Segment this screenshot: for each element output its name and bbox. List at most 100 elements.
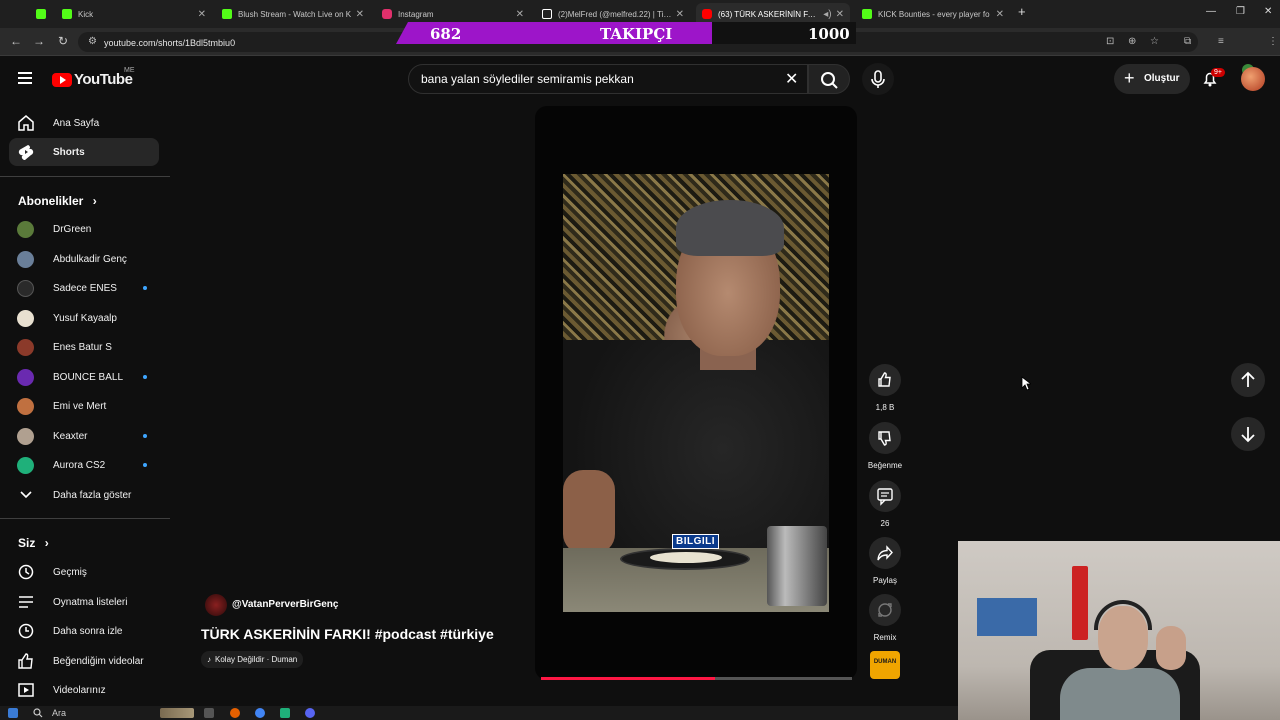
close-icon[interactable]: ✕: [676, 9, 684, 20]
widgets-thumbnail[interactable]: [160, 708, 194, 718]
taskbar-search[interactable]: Ara: [52, 708, 66, 718]
channel-avatar: [17, 457, 34, 474]
channel-avatar[interactable]: [205, 594, 227, 616]
sidebar-item-liked-videos[interactable]: Beğendiğim videolar: [9, 647, 159, 675]
close-icon[interactable]: ✕: [356, 9, 364, 20]
close-icon[interactable]: ✕: [198, 9, 206, 20]
tab-title: (63) TÜRK ASKERİNİN FARK: [718, 9, 820, 19]
video-person-arm: [563, 470, 615, 554]
show-more-button[interactable]: Daha fazla göster: [9, 481, 159, 509]
sidebar-subscription[interactable]: Enes Batur S: [9, 333, 159, 361]
share-icon: [877, 545, 893, 561]
minimize-icon[interactable]: —: [1206, 6, 1216, 17]
clock-icon: [18, 623, 34, 639]
sidebar-item-history[interactable]: Geçmiş: [9, 558, 159, 586]
chevron-right-icon: ›: [92, 194, 97, 208]
thumbs-up-icon: [18, 653, 33, 669]
previous-short-button[interactable]: [1231, 363, 1265, 397]
more-menu-icon[interactable]: ⋮: [1268, 36, 1278, 47]
browser-tab[interactable]: [30, 3, 52, 25]
sidebar-subscription[interactable]: BOUNCE BALL: [9, 363, 159, 391]
clear-search-icon[interactable]: ✕: [785, 69, 798, 89]
app-icon[interactable]: [280, 708, 290, 718]
short-title[interactable]: TÜRK ASKERİNİN FARKI! #podcast #türkiye: [201, 626, 494, 642]
extensions-icon[interactable]: ⧉: [1184, 36, 1191, 47]
site-info-icon[interactable]: ⚙: [88, 36, 97, 47]
task-view-icon[interactable]: [204, 708, 214, 718]
search-query[interactable]: bana yalan söylediler semiramis pekkan: [421, 72, 634, 86]
hamburger-menu-icon[interactable]: [18, 72, 32, 84]
sidebar-subscription[interactable]: Sadece ENES: [9, 274, 159, 302]
zoom-icon[interactable]: ⊕: [1128, 36, 1136, 47]
sidebar-item-label: Sadece ENES: [53, 282, 117, 294]
firefox-icon[interactable]: [230, 708, 240, 718]
you-heading[interactable]: Siz ›: [18, 536, 49, 550]
video-icon: [18, 683, 34, 697]
sidebar-subscription[interactable]: Yusuf Kayaalp: [9, 304, 159, 332]
sidebar-item-label: Beğendiğim videolar: [53, 655, 144, 667]
back-icon[interactable]: ←: [10, 34, 22, 48]
sidebar-item-playlists[interactable]: Oynatma listeleri: [9, 588, 159, 616]
sidebar-item-label: Abdulkadir Genç: [53, 253, 127, 265]
audio-icon[interactable]: ◂): [823, 9, 831, 20]
windows-start-icon[interactable]: [8, 708, 18, 718]
maximize-icon[interactable]: ❐: [1236, 6, 1245, 17]
subscriptions-heading[interactable]: Abonelikler ›: [18, 194, 97, 208]
divider: [0, 518, 170, 519]
create-label: Oluştur: [1144, 73, 1180, 84]
account-avatar[interactable]: [1241, 67, 1265, 91]
dislike-button[interactable]: [869, 422, 901, 454]
voice-search-button[interactable]: [862, 63, 894, 95]
sidebar-item-label: Daha sonra izle: [53, 625, 123, 637]
reload-icon[interactable]: ↻: [58, 34, 68, 48]
progress-fill: [541, 677, 715, 680]
youtube-logo[interactable]: YouTube: [52, 71, 133, 88]
browser-tab[interactable]: Kick ✕: [56, 3, 212, 25]
sidebar-subscription[interactable]: DrGreen: [9, 215, 159, 243]
new-tab-icon[interactable]: +: [1018, 4, 1026, 19]
close-icon[interactable]: ✕: [836, 9, 844, 20]
close-window-icon[interactable]: ✕: [1264, 6, 1272, 17]
media-control-icon[interactable]: ≡: [1218, 36, 1224, 47]
playlist-icon: [19, 596, 33, 608]
close-icon[interactable]: ✕: [996, 9, 1004, 20]
search-icon: [33, 708, 43, 718]
search-button[interactable]: [808, 64, 850, 94]
chrome-icon[interactable]: [255, 708, 265, 718]
browser-tab[interactable]: KICK Bounties - every player fo ✕: [856, 3, 1010, 25]
sidebar-item-watch-later[interactable]: Daha sonra izle: [9, 617, 159, 645]
remix-button[interactable]: [869, 594, 901, 626]
youtube-icon: [702, 9, 712, 19]
remix-label: Remix: [873, 633, 897, 642]
sidebar-subscription[interactable]: Aurora CS2: [9, 451, 159, 479]
sidebar-item-label: Yusuf Kayaalp: [53, 312, 117, 324]
instagram-icon: [382, 9, 392, 19]
music-label: Kolay Değildir · Duman: [215, 655, 298, 664]
sidebar-item-shorts[interactable]: Shorts: [9, 138, 159, 166]
sidebar-subscription[interactable]: Emi ve Mert: [9, 392, 159, 420]
sidebar: Ana Sayfa Shorts Abonelikler › DrGreen A…: [0, 106, 170, 706]
bookmark-star-icon[interactable]: ☆: [1150, 36, 1159, 47]
comments-button[interactable]: [869, 480, 901, 512]
channel-avatar: [17, 428, 34, 445]
live-indicator: [143, 375, 147, 379]
music-thumbnail[interactable]: DUMAN: [870, 651, 900, 679]
channel-avatar: [17, 369, 34, 386]
close-icon[interactable]: ✕: [516, 9, 524, 20]
sidebar-item-home[interactable]: Ana Sayfa: [9, 109, 159, 137]
channel-name[interactable]: @VatanPerverBirGenç: [232, 599, 338, 610]
install-icon[interactable]: ⊡: [1106, 36, 1114, 47]
sidebar-item-your-videos[interactable]: Videolarınız: [9, 676, 159, 704]
browser-tab[interactable]: Blush Stream - Watch Live on K ✕: [216, 3, 370, 25]
forward-icon[interactable]: →: [33, 34, 45, 48]
music-chip[interactable]: ♪ Kolay Değildir · Duman: [201, 651, 304, 668]
sidebar-subscription[interactable]: Abdulkadir Genç: [9, 245, 159, 273]
like-button[interactable]: [869, 364, 901, 396]
tab-title: (2)MelFred (@melfred.22) | TikT: [558, 9, 672, 19]
sidebar-item-label: Keaxter: [53, 430, 88, 442]
next-short-button[interactable]: [1231, 417, 1265, 451]
follower-label: TAKIPÇI: [600, 25, 673, 43]
sidebar-subscription[interactable]: Keaxter: [9, 422, 159, 450]
share-button[interactable]: [869, 537, 901, 569]
discord-icon[interactable]: [305, 708, 315, 718]
